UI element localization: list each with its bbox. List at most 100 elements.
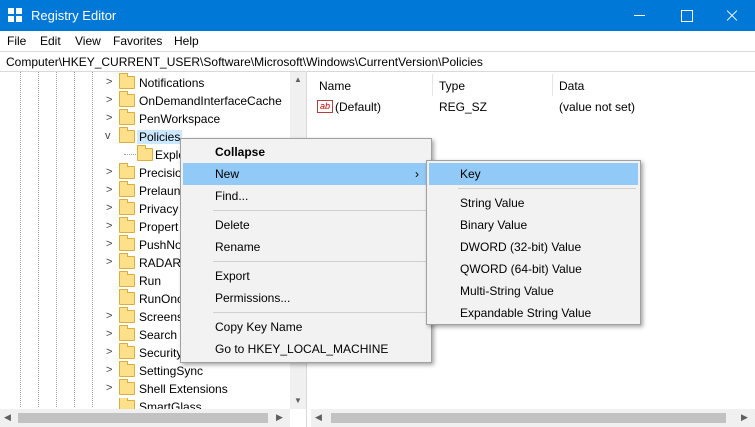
- menu-item-label: Copy Key Name: [215, 320, 303, 334]
- expand-chevron-icon[interactable]: >: [106, 112, 112, 124]
- menu-item-find[interactable]: Find...: [183, 185, 429, 207]
- tree-item-penworkspace[interactable]: > PenWorkspace: [0, 109, 290, 128]
- scroll-down-arrow-icon[interactable]: ▼: [294, 396, 302, 405]
- column-divider[interactable]: [552, 74, 553, 96]
- column-header-data[interactable]: Data: [559, 79, 584, 93]
- values-horizontal-scrollbar[interactable]: ◀ ▶: [311, 409, 755, 427]
- expand-chevron-icon[interactable]: >: [106, 166, 112, 178]
- submenu-item-binary-value[interactable]: Binary Value: [429, 214, 638, 236]
- menu-item-label: Key: [460, 167, 481, 181]
- expand-chevron-icon[interactable]: >: [106, 94, 112, 106]
- value-name: (Default): [335, 100, 382, 114]
- menu-item-label: New: [215, 167, 240, 181]
- tree-horizontal-scrollbar[interactable]: ◀ ▶: [0, 409, 290, 427]
- menu-file[interactable]: File: [7, 34, 26, 48]
- expand-chevron-icon[interactable]: >: [106, 346, 112, 358]
- tree-item-label: Precisio: [139, 166, 182, 180]
- menu-separator: [213, 210, 427, 211]
- scroll-up-arrow-icon[interactable]: ▲: [294, 75, 302, 84]
- menu-item-permissions[interactable]: Permissions...: [183, 287, 429, 309]
- scroll-left-arrow-icon[interactable]: ◀: [315, 412, 322, 423]
- expand-chevron-icon[interactable]: >: [106, 382, 112, 394]
- minimize-button[interactable]: [617, 0, 663, 31]
- submenu-item-string-value[interactable]: String Value: [429, 192, 638, 214]
- submenu-item-dword-value[interactable]: DWORD (32-bit) Value: [429, 236, 638, 258]
- menu-bar: File Edit View Favorites Help: [0, 31, 755, 51]
- tree-item-label: Security: [139, 346, 183, 360]
- scrollbar-thumb[interactable]: [18, 413, 268, 423]
- tree-item-label: Shell Extensions: [139, 382, 228, 396]
- menu-view[interactable]: View: [75, 34, 101, 48]
- menu-item-label: Delete: [215, 218, 250, 232]
- menu-item-label: Binary Value: [460, 218, 528, 232]
- menu-item-export[interactable]: Export: [183, 265, 429, 287]
- folder-icon: [119, 398, 135, 409]
- menu-item-new[interactable]: New ›: [183, 163, 429, 185]
- scroll-right-arrow-icon[interactable]: ▶: [741, 412, 748, 423]
- column-header-type[interactable]: Type: [439, 79, 465, 93]
- tree-item-label: RunOnc: [139, 292, 184, 306]
- folder-icon: [119, 181, 135, 197]
- folder-open-icon: [119, 127, 135, 143]
- menu-favorites[interactable]: Favorites: [113, 34, 162, 48]
- menu-item-label: Expandable String Value: [460, 306, 592, 320]
- expand-chevron-icon[interactable]: >: [106, 364, 112, 376]
- menu-item-label: Find...: [215, 189, 249, 203]
- tree-item-label: SettingSync: [139, 364, 204, 378]
- tree-item-label: Screens: [139, 310, 184, 324]
- window-title: Registry Editor: [31, 8, 117, 23]
- menu-item-rename[interactable]: Rename: [183, 236, 429, 258]
- string-value-icon: ab: [317, 100, 333, 113]
- menu-item-delete[interactable]: Delete: [183, 214, 429, 236]
- menu-item-label: Permissions...: [215, 291, 291, 305]
- expand-chevron-icon[interactable]: >: [106, 76, 112, 88]
- tree-item-label: PenWorkspace: [139, 112, 221, 126]
- submenu-item-qword-value[interactable]: QWORD (64-bit) Value: [429, 258, 638, 280]
- collapse-chevron-icon[interactable]: v: [105, 130, 111, 142]
- column-divider[interactable]: [432, 74, 433, 96]
- tree-item-notifications[interactable]: > Notifications: [0, 73, 290, 92]
- tree-item-label: SmartGlass: [139, 400, 202, 409]
- maximize-button[interactable]: [663, 0, 709, 31]
- submenu-item-multi-string-value[interactable]: Multi-String Value: [429, 280, 638, 302]
- folder-icon: [119, 253, 135, 269]
- submenu-arrow-icon: ›: [415, 167, 419, 181]
- expand-chevron-icon[interactable]: >: [106, 202, 112, 214]
- folder-icon: [119, 361, 135, 377]
- menu-separator: [213, 312, 427, 313]
- submenu-item-key[interactable]: Key: [429, 163, 638, 185]
- tree-item-label: RADAR: [139, 256, 182, 270]
- tree-item-label: Privacy: [139, 202, 179, 216]
- menu-item-collapse[interactable]: Collapse: [183, 141, 429, 163]
- tree-item-label: Prelaun: [139, 184, 181, 198]
- expand-chevron-icon[interactable]: >: [106, 184, 112, 196]
- expand-chevron-icon[interactable]: >: [106, 238, 112, 250]
- column-header-name[interactable]: Name: [319, 79, 351, 93]
- address-bar[interactable]: Computer\HKEY_CURRENT_USER\Software\Micr…: [0, 51, 755, 72]
- folder-icon: [137, 145, 153, 161]
- scroll-left-arrow-icon[interactable]: ◀: [4, 412, 11, 423]
- context-menu: Collapse New › Find... Delete Rename Exp…: [180, 138, 432, 363]
- expand-chevron-icon[interactable]: >: [106, 328, 112, 340]
- menu-item-label: Export: [215, 269, 250, 283]
- scrollbar-thumb[interactable]: [331, 413, 726, 423]
- tree-item-ondemandinterfacecache[interactable]: > OnDemandInterfaceCache: [0, 91, 290, 110]
- menu-item-go-to-hklm[interactable]: Go to HKEY_LOCAL_MACHINE: [183, 338, 429, 360]
- menu-item-label: Rename: [215, 240, 261, 254]
- submenu-item-expandable-string-value[interactable]: Expandable String Value: [429, 302, 638, 324]
- close-button[interactable]: [709, 0, 755, 31]
- tree-item-label: OnDemandInterfaceCache: [139, 94, 282, 108]
- expand-chevron-icon[interactable]: >: [106, 220, 112, 232]
- expand-chevron-icon[interactable]: >: [106, 256, 112, 268]
- menu-help[interactable]: Help: [174, 34, 199, 48]
- scroll-right-arrow-icon[interactable]: ▶: [276, 412, 283, 423]
- folder-icon: [119, 235, 135, 251]
- menu-item-copy-key-name[interactable]: Copy Key Name: [183, 316, 429, 338]
- menu-item-label: Go to HKEY_LOCAL_MACHINE: [215, 342, 389, 356]
- expand-chevron-icon[interactable]: >: [106, 310, 112, 322]
- menu-edit[interactable]: Edit: [40, 34, 61, 48]
- tree-item-shell-extensions[interactable]: > Shell Extensions: [0, 379, 290, 398]
- tree-item-smartglass[interactable]: SmartGlass: [0, 398, 290, 409]
- address-path: Computer\HKEY_CURRENT_USER\Software\Micr…: [6, 55, 483, 69]
- tree-item-settingsync[interactable]: > SettingSync: [0, 361, 290, 380]
